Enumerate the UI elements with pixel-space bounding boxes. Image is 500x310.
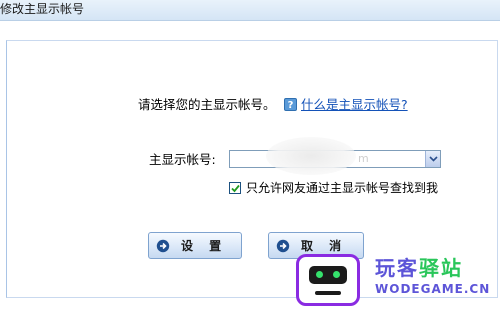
watermark-logo (296, 254, 360, 306)
help-link[interactable]: 什么是主显示帐号? (301, 97, 408, 113)
cancel-button-label: 取 消 (301, 239, 348, 253)
question-icon[interactable]: ? (284, 98, 297, 111)
setup-button[interactable]: 设 置 (148, 232, 242, 259)
allow-search-checkbox[interactable] (229, 182, 241, 194)
robot-face (309, 266, 347, 284)
select-value: m (358, 152, 369, 165)
main-account-select[interactable]: m (229, 137, 441, 175)
title-bar: 修改主显示帐号 (0, 0, 500, 21)
redacted-blur (266, 137, 356, 175)
prompt-text: 请选择您的主显示帐号。 (138, 97, 276, 112)
watermark-title: 玩客驿站 (375, 257, 463, 279)
arrow-circle-icon (276, 239, 290, 253)
window-title: 修改主显示帐号 (0, 2, 85, 16)
setup-button-label: 设 置 (181, 239, 228, 253)
watermark-subtitle: WODEGAME.CN (375, 282, 491, 296)
robot-eye (333, 271, 340, 278)
watermark-title-part1: 玩客 (375, 256, 419, 280)
watermark-title-part2: 驿站 (419, 256, 463, 280)
robot-eye (316, 271, 323, 278)
main-account-label: 主显示帐号: (149, 152, 216, 167)
arrow-circle-icon (156, 239, 170, 253)
allow-search-label[interactable]: 只允许网友通过主显示帐号查找到我 (246, 181, 438, 196)
robot-mouth (315, 291, 341, 295)
chevron-down-icon[interactable] (425, 151, 440, 167)
